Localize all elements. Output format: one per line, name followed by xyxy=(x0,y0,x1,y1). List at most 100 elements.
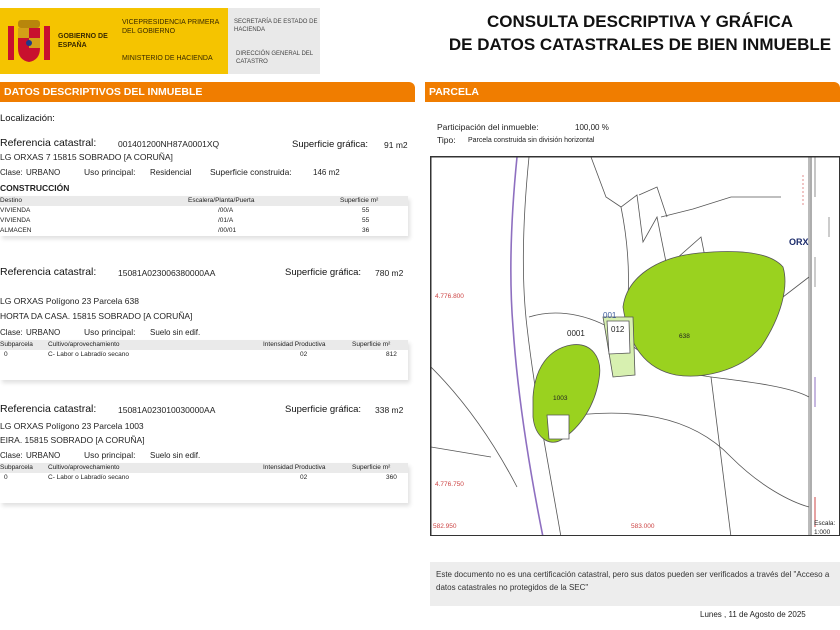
label-0001: 0001 xyxy=(567,329,585,338)
table-cell: 55 xyxy=(362,217,370,224)
table-cell: /00/A xyxy=(218,207,234,214)
supc-label-1: Superficie construida: xyxy=(210,167,292,177)
ref-label-2: Referencia catastral: xyxy=(0,266,97,278)
table-cell: 360 xyxy=(386,474,397,481)
table-cell: 02 xyxy=(300,351,308,358)
coord-y1: 4.776.800 xyxy=(435,293,464,300)
label-012: 012 xyxy=(611,325,625,334)
supc-value-1: 146 m2 xyxy=(313,168,340,177)
sup-value-1: 91 m2 xyxy=(384,140,408,150)
table-header-cell: Escalera/Planta/Puerta xyxy=(188,197,255,204)
table-cell: C- Labor o Labradío secano xyxy=(48,474,129,481)
descriptive-data-section: DATOS DESCRIPTIVOS DEL INMUEBLE xyxy=(0,82,415,102)
table-header-cell: Intensidad Productiva xyxy=(263,341,326,348)
table-header-cell: Subparcela xyxy=(0,464,33,471)
parcel-638 xyxy=(622,251,786,377)
title-line-1: CONSULTA DESCRIPTIVA Y GRÁFICA xyxy=(486,12,794,31)
table-row: VIVIENDA /01/A 55 xyxy=(0,216,408,226)
vicepresidencia-name: VICEPRESIDENCIA PRIMERA DEL GOBIERNO xyxy=(122,19,219,35)
table-header-row: Subparcela Cultivo/aprovechamiento Inten… xyxy=(0,340,408,350)
section-header-parcela: PARCELA xyxy=(425,82,840,102)
address-2a: LG ORXAS Polígono 23 Parcela 638 xyxy=(0,296,139,306)
sup-value-2: 780 m2 xyxy=(375,268,404,278)
construccion-heading: CONSTRUCCIÓN xyxy=(0,183,70,193)
clase-value-3: URBANO xyxy=(26,451,61,460)
cadastral-map[interactable]: 4.776.800 4.776.750 582.950 583.000 ORX … xyxy=(430,156,840,536)
title-line-2: DE DATOS CATASTRALES DE BIEN INMUEBLE xyxy=(448,35,832,54)
address-1: LG ORXAS 7 15815 SOBRADO [A CORUÑA] xyxy=(0,152,173,162)
table-cell: 55 xyxy=(362,207,370,214)
subparcel-table-2: Subparcela Cultivo/aprovechamiento Inten… xyxy=(0,340,408,380)
document-date: Lunes , 11 de Agosto de 2025 xyxy=(700,610,806,619)
document-title: CONSULTA DESCRIPTIVA Y GRÁFICA DE DATOS … xyxy=(430,10,840,56)
table-header-cell: Superficie m² xyxy=(340,197,379,204)
table-cell: C- Labor o Labradío secano xyxy=(48,351,129,358)
localizacion-label: Localización: xyxy=(0,113,55,124)
clase-value-1: URBANO xyxy=(26,168,61,177)
participacion-value: 100,00 % xyxy=(575,123,609,132)
tipo-label: Tipo: xyxy=(437,135,456,145)
coord-x1: 582.950 xyxy=(433,523,457,530)
sup-value-3: 338 m2 xyxy=(375,405,404,415)
table-cell: 02 xyxy=(300,474,308,481)
table-header-cell: Cultivo/aprovechamiento xyxy=(48,464,120,471)
table-row: VIVIENDA /00/A 55 xyxy=(0,206,408,216)
table-cell: /00/01 xyxy=(218,227,237,234)
label-001: 001 xyxy=(603,311,617,320)
tipo-value: Parcela construida sin división horizont… xyxy=(468,137,595,144)
logo-yellow-panel: GOBIERNO DE ESPAÑA VICEPRESIDENCIA PRIME… xyxy=(0,8,228,74)
uso-label-3: Uso principal: xyxy=(84,450,136,460)
uso-value-1: Residencial xyxy=(150,168,192,177)
table-cell: 0 xyxy=(4,474,8,481)
escala-label: Escala: xyxy=(814,520,836,527)
table-header-cell: Superficie m² xyxy=(352,464,391,471)
escala-value: 1:000 xyxy=(814,529,831,536)
participacion-label: Participación del inmueble: xyxy=(437,122,539,132)
table-header-cell: Superficie m² xyxy=(352,341,391,348)
uso-value-3: Suelo sin edif. xyxy=(150,451,201,460)
gobierno-name: GOBIERNO DE ESPAÑA xyxy=(58,33,108,49)
ministerio-name: MINISTERIO DE HACIENDA xyxy=(122,55,213,62)
disclaimer-note: Este documento no es una certificación c… xyxy=(430,562,840,606)
table-cell: ALMACEN xyxy=(0,227,32,234)
subparcel-table-3: Subparcela Cultivo/aprovechamiento Inten… xyxy=(0,463,408,503)
table-row: 0 C- Labor o Labradío secano 02 360 xyxy=(0,473,408,483)
ref-label-3: Referencia catastral: xyxy=(0,403,97,415)
table-cell: VIVIENDA xyxy=(0,207,31,214)
coord-x2: 583.000 xyxy=(631,523,655,530)
table-header-row: Subparcela Cultivo/aprovechamiento Inten… xyxy=(0,463,408,473)
uso-label-2: Uso principal: xyxy=(84,327,136,337)
table-header-cell: Cultivo/aprovechamiento xyxy=(48,341,120,348)
table-cell: 36 xyxy=(362,227,370,234)
coord-y2: 4.776.750 xyxy=(435,481,464,488)
table-cell: 0 xyxy=(4,351,8,358)
table-cell: VIVIENDA xyxy=(0,217,31,224)
address-3b: EIRA. 15815 SOBRADO [A CORUÑA] xyxy=(0,435,145,445)
table-cell: /01/A xyxy=(218,217,234,224)
table-row: 0 C- Labor o Labradío secano 02 812 xyxy=(0,350,408,360)
table-cell: 812 xyxy=(386,351,397,358)
label-1003: 1003 xyxy=(553,395,568,402)
clase-value-2: URBANO xyxy=(26,328,61,337)
table-header-cell: Intensidad Productiva xyxy=(263,464,326,471)
ref-label-1: Referencia catastral: xyxy=(0,137,97,149)
section-header-descriptive: DATOS DESCRIPTIVOS DEL INMUEBLE xyxy=(0,82,415,102)
clase-label-1: Clase: xyxy=(0,168,23,177)
label-638: 638 xyxy=(679,333,690,340)
table-header-cell: Destino xyxy=(0,197,23,204)
map-canvas xyxy=(431,157,839,535)
sup-label-3: Superficie gráfica: xyxy=(285,404,362,415)
clase-label-2: Clase: xyxy=(0,328,23,337)
ref-value-3: 15081A023010030000AA xyxy=(118,405,216,415)
coat-of-arms-icon xyxy=(8,20,50,62)
ref-value-1: 001401200NH87A0001XQ xyxy=(118,139,220,149)
table-header-row: Destino Escalera/Planta/Puerta Superfici… xyxy=(0,196,408,206)
uso-label-1: Uso principal: xyxy=(84,167,136,177)
table-header-cell: Subparcela xyxy=(0,341,33,348)
sup-label-1: Superficie gráfica: xyxy=(292,139,369,150)
address-3a: LG ORXAS Polígono 23 Parcela 1003 xyxy=(0,421,144,431)
table-row: ALMACEN /00/01 36 xyxy=(0,226,408,236)
secretaria-name: SECRETARÍA DE ESTADO DE HACIENDA xyxy=(234,19,318,33)
ref-value-2: 15081A023006380000AA xyxy=(118,268,216,278)
parcel-section: PARCELA xyxy=(425,82,840,102)
